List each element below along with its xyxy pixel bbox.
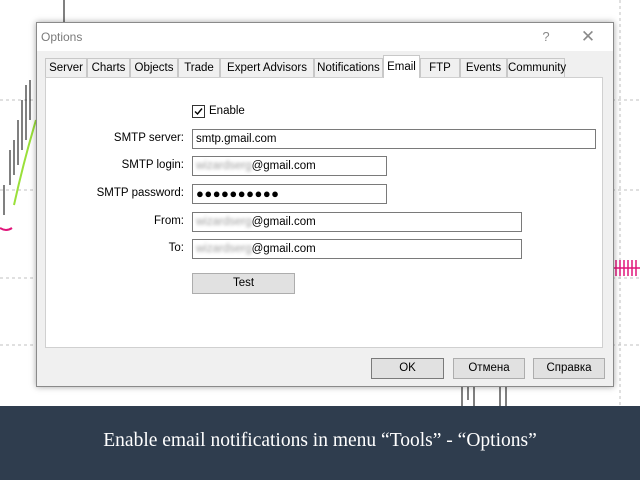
to-label: To: — [168, 242, 184, 254]
from-domain: @gmail.com — [251, 216, 316, 228]
smtp-server-label: SMTP server: — [113, 132, 184, 144]
to-domain: @gmail.com — [251, 243, 316, 255]
smtp-login-input[interactable]: wizardserg@gmail.com — [192, 156, 387, 176]
caption-banner: Enable email notifications in menu “Tool… — [0, 406, 640, 480]
indicator-magenta-right — [612, 260, 640, 276]
enable-label: Enable — [209, 105, 245, 117]
help-icon[interactable]: ? — [535, 27, 557, 47]
email-settings-panel: Enable SMTP server: smtp.gmail.com SMTP … — [45, 77, 603, 348]
tab-ftp[interactable]: FTP — [420, 58, 460, 77]
tab-email[interactable]: Email — [383, 55, 420, 78]
to-input[interactable]: wizardserg@gmail.com — [192, 239, 522, 259]
window-title: Options — [41, 30, 83, 44]
from-blurred: wizardserg — [196, 216, 252, 228]
help-button[interactable]: Справка — [533, 358, 605, 379]
to-blurred: wizardserg — [196, 243, 252, 255]
from-label: From: — [153, 215, 184, 227]
indicator-magenta-line-left — [0, 227, 13, 231]
from-input[interactable]: wizardserg@gmail.com — [192, 212, 522, 232]
tab-charts[interactable]: Charts — [87, 58, 130, 77]
smtp-password-value: ●●●●●●●●●● — [196, 186, 280, 201]
enable-checkbox[interactable] — [192, 105, 205, 118]
smtp-password-input[interactable]: ●●●●●●●●●● — [192, 184, 387, 204]
tab-community[interactable]: Community — [507, 58, 566, 77]
close-icon[interactable]: ✕ — [577, 27, 599, 47]
smtp-login-label: SMTP login: — [121, 159, 184, 171]
smtp-server-value: smtp.gmail.com — [196, 133, 277, 145]
tab-expert-advisors[interactable]: Expert Advisors — [220, 58, 314, 77]
tab-trade[interactable]: Trade — [178, 58, 220, 77]
smtp-server-input[interactable]: smtp.gmail.com — [192, 129, 596, 149]
smtp-login-blurred: wizardserg — [196, 160, 252, 172]
smtp-login-domain: @gmail.com — [251, 160, 316, 172]
ok-button[interactable]: OK — [371, 358, 444, 379]
caption-text: Enable email notifications in menu “Tool… — [103, 430, 537, 451]
test-button[interactable]: Test — [192, 273, 295, 294]
options-dialog: Options ? ✕ Server Charts Objects Trade … — [36, 22, 614, 387]
tab-server[interactable]: Server — [45, 58, 87, 77]
tab-notifications[interactable]: Notifications — [314, 58, 383, 77]
check-icon — [194, 108, 203, 116]
tab-objects[interactable]: Objects — [130, 58, 178, 77]
cancel-button[interactable]: Отмена — [453, 358, 525, 379]
smtp-password-label: SMTP password: — [96, 187, 184, 199]
tab-events[interactable]: Events — [460, 58, 507, 77]
title-bar[interactable]: Options ? ✕ — [37, 23, 613, 51]
